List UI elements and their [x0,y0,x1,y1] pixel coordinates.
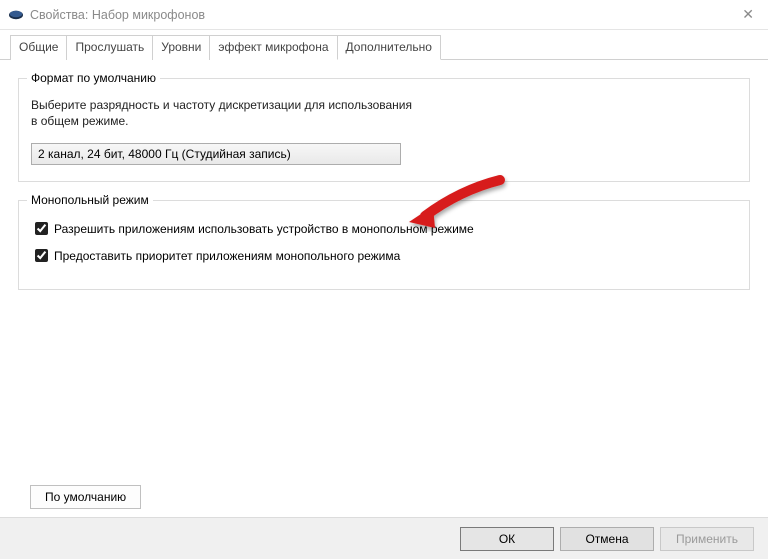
titlebar: Свойства: Набор микрофонов ✕ [0,0,768,30]
default-format-description: Выберите разрядность и частоту дискретиз… [31,97,737,129]
checkbox-allow-exclusive-label: Разрешить приложениям использовать устро… [54,222,474,236]
window-title: Свойства: Набор микрофонов [30,8,736,22]
tab-strip: Общие Прослушать Уровни эффект микрофона… [0,30,768,60]
checkbox-exclusive-priority[interactable]: Предоставить приоритет приложениям моноп… [31,246,737,265]
checkbox-allow-exclusive-input[interactable] [35,222,48,235]
apply-button[interactable]: Применить [660,527,754,551]
cancel-button[interactable]: Отмена [560,527,654,551]
desc-line-1: Выберите разрядность и частоту дискретиз… [31,98,412,112]
tab-effect[interactable]: эффект микрофона [209,35,337,60]
group-default-format: Формат по умолчанию Выберите разрядность… [18,78,750,182]
tab-levels[interactable]: Уровни [152,35,210,60]
group-exclusive-mode-legend: Монопольный режим [27,193,153,207]
default-format-selected: 2 канал, 24 бит, 48000 Гц (Студийная зап… [38,147,291,161]
tab-listen[interactable]: Прослушать [66,35,153,60]
checkbox-exclusive-priority-input[interactable] [35,249,48,262]
close-icon[interactable]: ✕ [736,4,760,25]
default-format-combobox[interactable]: 2 канал, 24 бит, 48000 Гц (Студийная зап… [31,143,401,165]
dialog-footer: ОК Отмена Применить [0,517,768,559]
ok-button[interactable]: ОК [460,527,554,551]
tab-content-advanced: Формат по умолчанию Выберите разрядность… [0,60,768,517]
tab-general[interactable]: Общие [10,35,67,60]
checkbox-exclusive-priority-label: Предоставить приоритет приложениям моноп… [54,249,400,263]
desc-line-2: в общем режиме. [31,114,128,128]
microphone-icon [8,7,24,23]
checkbox-allow-exclusive[interactable]: Разрешить приложениям использовать устро… [31,219,737,238]
group-exclusive-mode: Монопольный режим Разрешить приложениям … [18,200,750,290]
tab-advanced[interactable]: Дополнительно [337,35,441,60]
group-default-format-legend: Формат по умолчанию [27,71,160,85]
restore-defaults-button[interactable]: По умолчанию [30,485,141,509]
